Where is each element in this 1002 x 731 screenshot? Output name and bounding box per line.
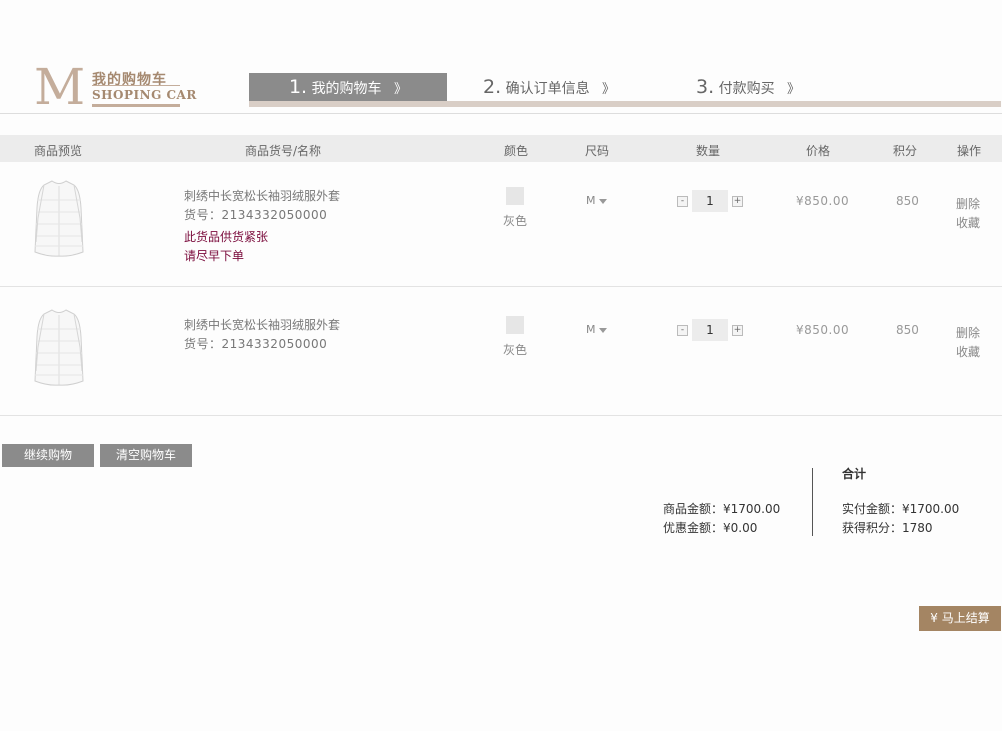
header-color: 颜色: [504, 144, 529, 158]
header-points: 积分: [893, 144, 918, 158]
step-label: 我的购物车: [311, 81, 382, 97]
coat-image: [34, 309, 84, 386]
logo-mark: M: [34, 58, 86, 116]
delete-link[interactable]: 删除: [956, 195, 980, 212]
size-select[interactable]: M: [586, 194, 607, 207]
logo-divider: [92, 85, 180, 86]
caret-down-icon: [598, 198, 607, 204]
step-label: 付款购买: [718, 81, 775, 97]
cart-item-row: 刺绣中长宽松长袖羽绒服外套 货号：2134332050000 此货品供货紧张 请…: [0, 162, 1002, 287]
header-preview: 商品预览: [34, 144, 83, 158]
color-swatch: [506, 187, 524, 205]
quantity-increase-button[interactable]: +: [732, 325, 743, 336]
clear-cart-button[interactable]: 清空购物车: [100, 444, 192, 467]
chevron-right-icon: 》: [787, 82, 801, 97]
step-number: 1.: [288, 76, 308, 98]
item-price: ¥850.00: [796, 194, 850, 208]
product-name[interactable]: 刺绣中长宽松长袖羽绒服外套: [184, 316, 340, 333]
quantity-decrease-button[interactable]: -: [677, 325, 688, 336]
product-name[interactable]: 刺绣中长宽松长袖羽绒服外套: [184, 187, 340, 204]
discount-amount: 优惠金额：¥0.00: [663, 521, 758, 535]
step-progress-bar: [249, 101, 1001, 107]
favorite-link[interactable]: 收藏: [956, 343, 980, 360]
header-sku-name: 商品货号/名称: [245, 144, 322, 158]
header-divider: [0, 113, 1002, 114]
checkout-button[interactable]: ¥ 马上结算: [919, 606, 1001, 631]
coat-image: [34, 180, 84, 257]
total-title: 合计: [842, 467, 867, 481]
product-thumbnail[interactable]: [30, 307, 88, 389]
item-price: ¥850.00: [796, 323, 850, 337]
size-value: M: [586, 323, 596, 336]
chevron-right-icon: 》: [394, 82, 408, 97]
size-value: M: [586, 194, 596, 207]
product-sku: 货号：2134332050000: [184, 337, 328, 351]
header-actions: 操作: [957, 144, 982, 158]
chevron-right-icon: 》: [602, 82, 616, 97]
checkout-steps: 1. 我的购物车 》 2. 确认订单信息 》 3. 付款购买 》: [249, 73, 1001, 107]
step-number: 2.: [483, 76, 502, 98]
quantity-increase-button[interactable]: +: [732, 196, 743, 207]
stock-warning: 此货品供货紧张: [184, 230, 269, 244]
step-confirm-order: 2. 确认订单信息 》: [483, 73, 615, 101]
product-sku: 货号：2134332050000: [184, 208, 328, 222]
logo-subtitle: SHOPING CAR: [92, 88, 197, 102]
color-name: 灰色: [503, 343, 528, 357]
continue-shopping-button[interactable]: 继续购物: [2, 444, 94, 467]
cart-table-header: 商品预览 商品货号/名称 颜色 尺码 数量 价格 积分 操作: [0, 135, 1002, 162]
header-price: 价格: [806, 144, 831, 158]
summary-divider: [812, 468, 813, 536]
paid-amount: 实付金额：¥1700.00: [842, 502, 960, 516]
favorite-link[interactable]: 收藏: [956, 214, 980, 231]
step-payment: 3. 付款购买 》: [696, 73, 800, 101]
color-swatch: [506, 316, 524, 334]
size-select[interactable]: M: [586, 323, 607, 336]
points-earned: 获得积分：1780: [842, 521, 933, 535]
logo-title: 我的购物车: [92, 72, 167, 88]
cart-item-row: 刺绣中长宽松长袖羽绒服外套 货号：2134332050000 灰色 M - 1 …: [0, 291, 1002, 416]
quantity-input[interactable]: 1: [692, 319, 728, 341]
header-quantity: 数量: [696, 144, 721, 158]
step-my-cart: 1. 我的购物车 》: [249, 73, 447, 101]
quantity-decrease-button[interactable]: -: [677, 196, 688, 207]
caret-down-icon: [598, 327, 607, 333]
header-size: 尺码: [585, 144, 610, 158]
color-name: 灰色: [503, 214, 528, 228]
item-points: 850: [896, 323, 919, 337]
item-points: 850: [896, 194, 919, 208]
product-thumbnail[interactable]: [30, 178, 88, 260]
goods-amount: 商品金额：¥1700.00: [663, 502, 781, 516]
quantity-input[interactable]: 1: [692, 190, 728, 212]
logo-underline: [92, 104, 180, 107]
step-number: 3.: [696, 76, 715, 98]
step-label: 确认订单信息: [505, 81, 590, 97]
stock-warning-hint: 请尽早下单: [184, 249, 245, 263]
delete-link[interactable]: 删除: [956, 324, 980, 341]
site-logo[interactable]: M 我的购物车 SHOPING CAR: [34, 62, 196, 112]
